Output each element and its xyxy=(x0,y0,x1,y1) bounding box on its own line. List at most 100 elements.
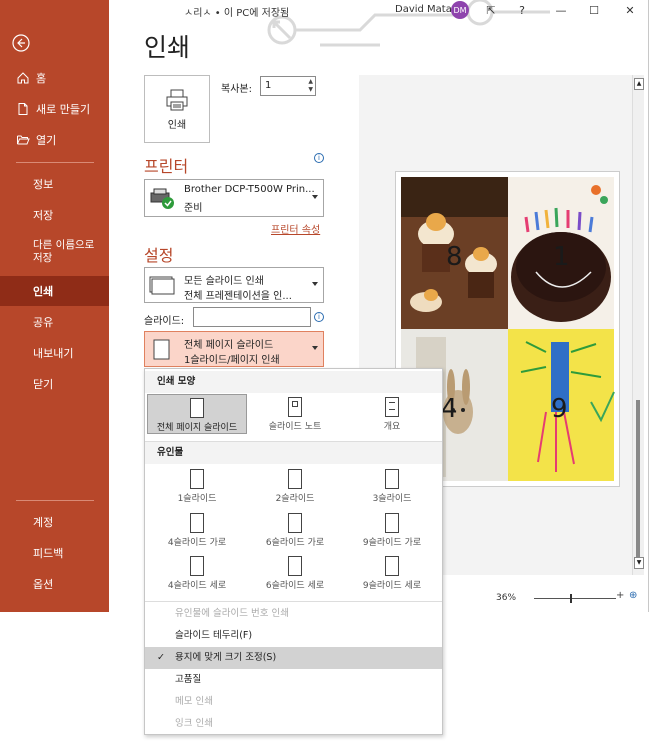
info-icon[interactable]: i xyxy=(314,312,324,322)
scroll-up-icon[interactable]: ▲ xyxy=(634,78,644,90)
slides-label: 슬라이드: xyxy=(144,316,185,327)
handout-4h-icon xyxy=(190,513,204,533)
sidebar-item-label: 인쇄 xyxy=(33,285,54,298)
handout-4-horizontal[interactable]: 4슬라이드 가로 xyxy=(147,513,247,548)
user-name[interactable]: David Mata xyxy=(395,4,452,15)
handout-1-icon xyxy=(190,469,204,489)
layout-option-label: 전체 페이지 슬라이드 xyxy=(156,423,238,433)
handout-6-vertical[interactable]: 6슬라이드 세로 xyxy=(245,556,345,591)
handouts-header: 유인물 xyxy=(145,442,442,464)
sidebar-item-label: 옵션 xyxy=(33,578,54,591)
sidebar-item-home[interactable]: 홈 xyxy=(0,63,109,93)
print-range-dropdown[interactable]: 모든 슬라이드 인쇄 전체 프레젠테이션을 인... xyxy=(144,267,324,303)
sidebar-item-label: 정보 xyxy=(33,178,54,191)
handout-label: 9슬라이드 세로 xyxy=(362,581,422,591)
zoom-level: 36% xyxy=(496,593,517,603)
print-button[interactable]: 인쇄 xyxy=(144,75,210,143)
handout-label: 2슬라이드 xyxy=(275,494,315,504)
handout-6v-icon xyxy=(288,556,302,576)
scroll-down-icon[interactable]: ▼ xyxy=(634,557,644,569)
sidebar-item-label: 새로 만들기 xyxy=(36,103,91,116)
handout-2-slides[interactable]: 2슬라이드 xyxy=(245,469,345,504)
option-high-quality[interactable]: 고품질 xyxy=(145,669,442,691)
sidebar-divider xyxy=(16,500,94,501)
copies-value: 1 xyxy=(265,80,272,91)
option-frame-slides[interactable]: 슬라이드 테두리(F) xyxy=(145,625,442,647)
slide-number: 8 xyxy=(446,242,463,272)
sidebar-item-share[interactable]: 공유 xyxy=(0,307,109,337)
close-icon[interactable]: ✕ xyxy=(620,2,640,18)
print-button-label: 인쇄 xyxy=(167,119,187,131)
sidebar-item-label: 저장 xyxy=(33,209,54,222)
option-print-comments: 메모 인쇄 xyxy=(175,696,213,707)
document-title: ㅅ리ㅅ • 이 PC에 저장됨 xyxy=(184,8,290,19)
sidebar-item-new[interactable]: 새로 만들기 xyxy=(0,94,109,124)
layout-option-outline[interactable]: 개요 xyxy=(342,394,442,434)
notes-page-icon xyxy=(288,397,302,417)
handout-9v-icon xyxy=(385,556,399,576)
layout-option-full-page[interactable]: 전체 페이지 슬라이드 xyxy=(147,394,247,434)
handout-9-horizontal[interactable]: 9슬라이드 가로 xyxy=(342,513,442,548)
handout-3-slides[interactable]: 3슬라이드 xyxy=(342,469,442,504)
slides-input[interactable] xyxy=(193,307,311,327)
handout-9h-icon xyxy=(385,513,399,533)
sidebar-item-open[interactable]: 열기 xyxy=(0,125,109,155)
layout-subtitle: 1슬라이드/페이지 인쇄 xyxy=(184,355,280,366)
sidebar-item-label: 피드백 xyxy=(33,547,64,560)
slide-thumb-cupcakes: 8 xyxy=(401,177,508,329)
sidebar-item-print[interactable]: 인쇄 xyxy=(0,276,109,306)
copies-label: 복사본: xyxy=(221,84,252,95)
settings-header: 설정 xyxy=(144,246,174,265)
sidebar-item-save-as[interactable]: 다른 이름으로 저장 xyxy=(33,239,105,265)
handout-1-slide[interactable]: 1슬라이드 xyxy=(147,469,247,504)
handout-3-icon xyxy=(385,469,399,489)
option-handout-slide-numbers: 유인물에 슬라이드 번호 인쇄 xyxy=(175,608,289,619)
handout-4v-icon xyxy=(190,556,204,576)
printer-header: 프린터 xyxy=(144,157,189,176)
backstage-sidebar: 홈 새로 만들기 열기 정보 저장 다른 이름으로 저장 인쇄 공유 내보내기 … xyxy=(0,0,109,612)
share-icon[interactable]: ⇱ xyxy=(481,2,501,18)
outline-page-icon xyxy=(385,397,399,417)
page-title: 인쇄 xyxy=(144,33,191,62)
help-icon[interactable]: ? xyxy=(512,2,532,18)
handout-label: 3슬라이드 xyxy=(372,494,412,504)
zoom-in-icon[interactable]: + xyxy=(616,590,624,601)
printer-dropdown[interactable]: Brother DCP-T500W Prin... 준비 xyxy=(144,179,324,217)
sidebar-item-info[interactable]: 정보 xyxy=(0,169,109,199)
option-scale-to-fit[interactable]: ✓ 용지에 맞게 크기 조정(S) xyxy=(145,647,442,669)
handout-6-horizontal[interactable]: 6슬라이드 가로 xyxy=(245,513,345,548)
avatar[interactable]: DM xyxy=(451,1,469,19)
sidebar-item-save[interactable]: 저장 xyxy=(0,200,109,230)
zoom-slider[interactable] xyxy=(534,598,616,599)
sidebar-item-label: 내보내기 xyxy=(33,347,74,360)
printer-icon xyxy=(166,89,188,110)
chevron-down-icon xyxy=(312,346,318,350)
maximize-icon[interactable]: ☐ xyxy=(584,2,604,18)
home-icon xyxy=(17,72,29,84)
copies-input[interactable]: 1 ▲ ▼ xyxy=(260,76,316,96)
handout-label: 6슬라이드 가로 xyxy=(265,538,325,548)
handout-2-icon xyxy=(288,469,302,489)
layout-dropdown[interactable]: 전체 페이지 슬라이드 1슬라이드/페이지 인쇄 xyxy=(144,331,324,367)
info-icon[interactable]: i xyxy=(314,153,324,163)
fit-to-window-icon[interactable]: ⊕ xyxy=(629,590,637,601)
copies-spinner[interactable]: ▲ ▼ xyxy=(308,78,313,94)
zoom-slider-thumb[interactable] xyxy=(570,594,572,603)
sidebar-item-feedback[interactable]: 피드백 xyxy=(0,538,109,568)
layout-option-notes[interactable]: 슬라이드 노트 xyxy=(245,394,345,434)
sidebar-item-options[interactable]: 옵션 xyxy=(0,569,109,599)
handout-6h-icon xyxy=(288,513,302,533)
folder-open-icon xyxy=(17,135,30,145)
printer-properties-link[interactable]: 프린터 속성 xyxy=(271,221,320,236)
handout-9-vertical[interactable]: 9슬라이드 세로 xyxy=(342,556,442,591)
sidebar-item-close[interactable]: 닫기 xyxy=(0,369,109,399)
sidebar-item-export[interactable]: 내보내기 xyxy=(0,338,109,368)
preview-scrollbar[interactable]: ▲ ▼ xyxy=(632,75,644,575)
sidebar-item-account[interactable]: 계정 xyxy=(0,507,109,537)
handout-4-vertical[interactable]: 4슬라이드 세로 xyxy=(147,556,247,591)
full-page-slide-icon xyxy=(190,398,204,418)
back-arrow-icon[interactable] xyxy=(12,34,30,52)
scroll-thumb[interactable] xyxy=(636,400,640,558)
minimize-icon[interactable]: — xyxy=(551,2,571,18)
slide-thumb-party: 9 xyxy=(508,329,615,481)
